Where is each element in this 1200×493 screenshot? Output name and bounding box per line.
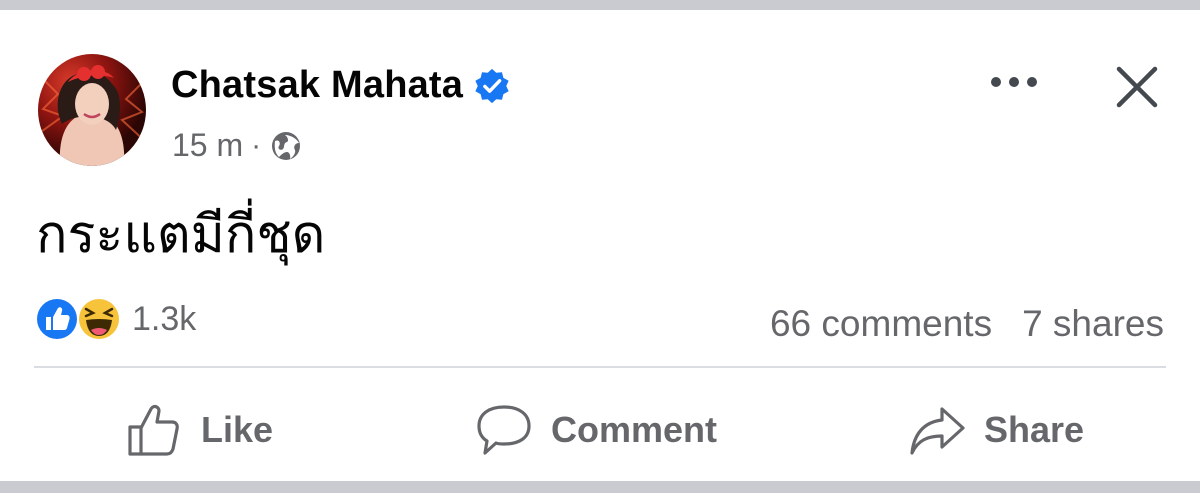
share-button[interactable]: Share <box>908 400 1084 460</box>
share-arrow-icon <box>910 407 965 455</box>
like-button[interactable]: Like <box>125 400 273 460</box>
comment-bubble-icon <box>477 405 531 455</box>
author-name[interactable]: Chatsak Mahata <box>171 64 463 107</box>
globe-icon <box>272 131 301 160</box>
comments-count[interactable]: 66 comments <box>770 303 992 345</box>
divider <box>34 366 1166 368</box>
post-meta: 15 m · <box>172 127 303 164</box>
close-icon[interactable] <box>1113 63 1161 111</box>
author-avatar[interactable] <box>38 54 146 166</box>
comment-button[interactable]: Comment <box>475 400 717 460</box>
shares-count[interactable]: 7 shares <box>1022 303 1164 345</box>
reactions-summary[interactable]: 1.3k <box>34 296 196 342</box>
comment-label: Comment <box>551 409 718 450</box>
post-stats: 66 comments 7 shares <box>770 303 1164 345</box>
post-timestamp[interactable]: 15 m <box>172 127 243 164</box>
meta-separator: · <box>251 128 262 162</box>
verified-badge-icon <box>475 68 509 103</box>
thumbs-up-icon <box>128 404 179 456</box>
like-label: Like <box>201 409 274 450</box>
like-reaction-icon <box>35 297 79 341</box>
action-bar: Like Comment Share <box>0 390 1200 470</box>
author-line: Chatsak Mahata <box>171 64 511 107</box>
share-label: Share <box>984 409 1085 450</box>
haha-reaction-icon <box>77 297 121 341</box>
post-card: Chatsak Mahata 15 m · กระแตมีกี่ชุด 1.3k… <box>0 10 1200 481</box>
reaction-count: 1.3k <box>132 299 197 338</box>
post-text: กระแตมีกี่ชุด <box>36 205 326 265</box>
more-options-icon[interactable] <box>988 70 1040 94</box>
